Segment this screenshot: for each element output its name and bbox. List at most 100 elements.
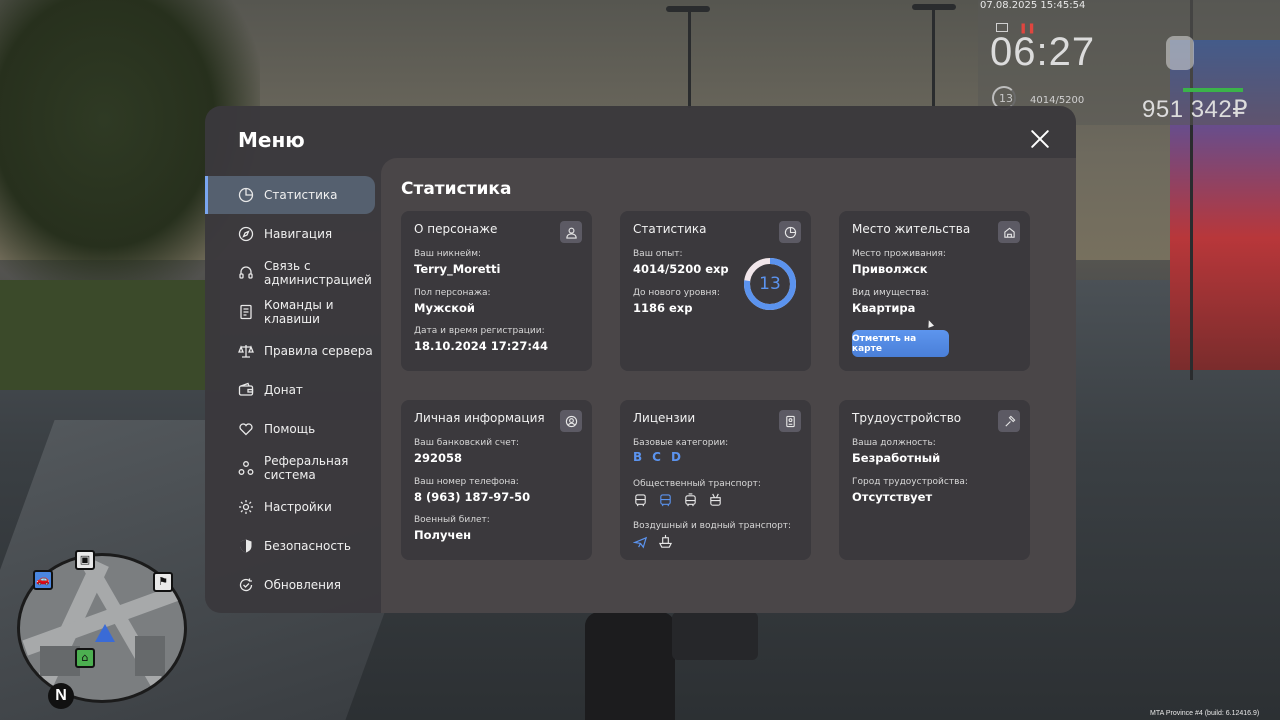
shop-marker-icon: ▣ (75, 550, 95, 570)
sidebar-item-statistics[interactable]: Статистика (205, 176, 375, 214)
street-lamp (688, 8, 691, 108)
work-city-value: Отсутствует (852, 490, 933, 504)
id-card-icon (779, 410, 801, 432)
exp-label: Ваш опыт: (633, 249, 683, 259)
page-title: Статистика (401, 179, 512, 199)
nickname-label: Ваш никнейм: (414, 249, 482, 259)
sidebar-item-settings[interactable]: Настройки (205, 488, 375, 526)
stats-card: Статистика Ваш опыт: 4014/5200 exp До но… (620, 211, 811, 371)
street-lamp-head (666, 6, 710, 12)
bus-front-icon (660, 494, 671, 507)
player-character (585, 612, 675, 720)
sidebar-item-label: Статистика (264, 188, 338, 202)
player-arrow-icon (95, 624, 115, 642)
exp-value: 4014/5200 exp (633, 262, 729, 276)
card-title: Статистика (633, 222, 707, 236)
bank-account-label: Ваш банковский счет: (414, 438, 520, 448)
sidebar-item-rules[interactable]: Правила сервера (205, 332, 375, 370)
tram-icon (685, 493, 696, 507)
bus-icon (635, 494, 646, 507)
airplane-icon (633, 536, 648, 549)
phone-label: Ваш номер телефона: (414, 477, 519, 487)
air-water-transport-icons (633, 534, 673, 549)
character-card: О персонаже Ваш никнейм: Terry_Moretti П… (401, 211, 592, 371)
license-categories: B C D (633, 450, 681, 464)
residence-card: Место жительства Место проживания: Приво… (839, 211, 1030, 371)
pie-chart-icon (779, 221, 801, 243)
sidebar-item-referral[interactable]: Реферальная система (205, 449, 375, 487)
pie-chart-icon (238, 187, 254, 203)
sidebar-item-label: Реферальная система (264, 454, 349, 482)
registration-label: Дата и время регистрации: (414, 326, 545, 336)
street-lamp-head (912, 4, 956, 10)
house-marker-icon: ⌂ (75, 648, 95, 668)
wallet-icon (238, 382, 254, 398)
headset-icon (238, 265, 254, 281)
menu-title: Меню (238, 128, 305, 152)
property-label: Вид имущества: (852, 288, 930, 298)
trolleybus-icon (710, 493, 721, 506)
residence-place-label: Место проживания: (852, 249, 946, 259)
nickname-value: Terry_Moretti (414, 262, 501, 276)
bank-account-value: 292058 (414, 451, 463, 465)
license-category-d: D (670, 450, 681, 464)
sidebar-item-donate[interactable]: Донат (205, 371, 375, 409)
heart-hand-icon (238, 421, 254, 437)
next-level-label: До нового уровня: (633, 288, 720, 298)
card-title: Место жительства (852, 222, 971, 236)
boat-icon (658, 534, 673, 548)
hud-money: 951 342₽ (1142, 96, 1249, 123)
sidebar-item-label: Обновления (264, 578, 342, 592)
air-water-transport-label: Воздушный и водный транспорт: (633, 521, 792, 531)
sidebar-item-commands[interactable]: Команды и клавиши (205, 293, 375, 331)
sidebar-item-updates[interactable]: Обновления (205, 566, 375, 604)
position-label: Ваша должность: (852, 438, 936, 448)
sidebar-item-contact-admin[interactable]: Связь с администрацией (205, 254, 375, 292)
employment-card: Трудоустройство Ваша должность: Безработ… (839, 400, 1030, 560)
hud-time: 06:27 (990, 30, 1096, 74)
sidebar-item-label: Связь с администрацией (264, 259, 372, 287)
next-level-value: 1186 exp (633, 301, 693, 315)
hammer-icon (998, 410, 1020, 432)
military-id-label: Военный билет: (414, 515, 490, 525)
residence-place-value: Приволжск (852, 262, 928, 276)
gender-value: Мужской (414, 301, 475, 315)
hud-level: 13 (999, 92, 1013, 105)
fist-icon (1166, 36, 1194, 70)
flag-marker-icon: ⚑ (153, 572, 173, 592)
level-number: 13 (759, 274, 781, 294)
sidebar-item-label: Команды и клавиши (264, 298, 334, 326)
public-transport-icons (633, 493, 723, 508)
north-indicator: N (48, 683, 74, 709)
personal-info-card: Личная информация Ваш банковский счет: 2… (401, 400, 592, 560)
licenses-card: Лицензии Базовые категории: B C D Общест… (620, 400, 811, 560)
user-icon (560, 221, 582, 243)
card-title: О персонаже (414, 222, 498, 236)
gender-label: Пол персонажа: (414, 288, 491, 298)
shield-icon (238, 538, 254, 554)
car-marker-icon: 🚗 (33, 570, 53, 590)
minimap-block (40, 646, 80, 676)
sidebar-item-security[interactable]: Безопасность (205, 527, 375, 565)
users-network-icon (238, 460, 254, 476)
hud-datetime: 07.08.2025 15:45:54 (980, 0, 1086, 11)
sidebar-item-label: Правила сервера (264, 344, 373, 358)
close-button[interactable] (1027, 126, 1053, 152)
sidebar-item-label: Настройки (264, 500, 332, 514)
mark-on-map-button[interactable]: Отметить на карте (852, 330, 949, 357)
menu-window: Меню Статистика Навигация Связь с админи… (205, 106, 1076, 613)
hud-exp: 4014/5200 (1030, 95, 1085, 106)
gear-icon (238, 499, 254, 515)
health-bar (1183, 88, 1243, 92)
house-icon (998, 221, 1020, 243)
grass (0, 280, 220, 390)
public-transport-label: Общественный транспорт: (633, 479, 761, 489)
sidebar-item-label: Навигация (264, 227, 333, 241)
sidebar-item-label: Безопасность (264, 539, 351, 553)
sidebar-item-navigation[interactable]: Навигация (205, 215, 375, 253)
scales-icon (238, 343, 254, 359)
sidebar-item-help[interactable]: Помощь (205, 410, 375, 448)
registration-value: 18.10.2024 17:27:44 (414, 339, 548, 353)
license-category-c: C (652, 450, 661, 464)
military-id-value: Получен (414, 528, 472, 542)
